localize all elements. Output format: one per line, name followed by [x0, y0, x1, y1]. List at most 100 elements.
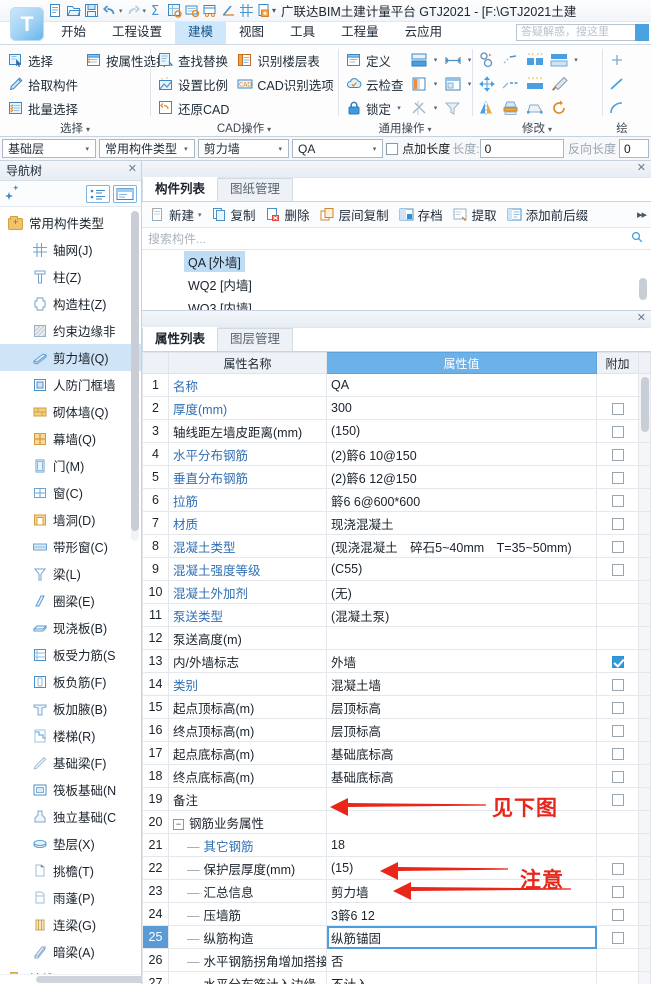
row-attach[interactable] — [596, 718, 639, 742]
table-row[interactable]: 17 起点底标高(m) 基础底标高 — [142, 741, 651, 765]
row-value[interactable]: 剪力墙 — [326, 879, 597, 903]
row-value[interactable]: 混凝土墙 — [326, 672, 597, 696]
tree-item-slab-main-rebar[interactable]: 板受力筋(S — [0, 641, 141, 668]
chevron-down-icon[interactable]: ▾ — [572, 56, 580, 64]
tree-item-coupling-beam[interactable]: 连梁(G) — [0, 911, 141, 938]
chevron-down-icon[interactable]: ▾ — [86, 125, 90, 134]
tree-item-curtain-wall[interactable]: 幕墙(Q) — [0, 425, 141, 452]
header-property-value[interactable]: 属性值 — [326, 352, 597, 374]
attach-checkbox[interactable] — [611, 471, 624, 484]
header-property-name[interactable]: 属性名称 — [168, 352, 327, 374]
table-row[interactable]: 21— 其它钢筋 18 — [142, 833, 651, 857]
tree-item-wall-opening[interactable]: 墙洞(D) — [0, 506, 141, 533]
list-item[interactable]: WO3 [内墙] — [142, 296, 651, 310]
rotate-copy-icon[interactable] — [476, 50, 498, 70]
chevron-down-icon[interactable]: ▾ — [274, 145, 286, 153]
row-attach[interactable] — [596, 396, 639, 420]
row-attach[interactable] — [596, 442, 639, 466]
ribbon-btn-lock[interactable]: 锁定 ▾ — [342, 96, 408, 120]
sum-icon[interactable]: Σ — [149, 3, 164, 19]
tree-hscrollbar-track[interactable] — [0, 974, 186, 984]
component-delete-button[interactable]: 删除 — [262, 203, 314, 226]
row-attach[interactable] — [596, 764, 639, 788]
redo-dropdown-icon[interactable]: ▾ — [143, 7, 147, 15]
dimension-icon[interactable] — [442, 50, 464, 70]
tree-item-ring-beam[interactable]: 圈梁(E) — [0, 587, 141, 614]
arc-draw-icon[interactable] — [606, 98, 628, 118]
tree-item-masonry-wall[interactable]: 砌体墙(Q) — [0, 398, 141, 425]
detail-view-icon[interactable] — [113, 184, 137, 203]
collapse-icon[interactable]: − — [173, 818, 184, 830]
close-icon[interactable]: ✕ — [128, 162, 137, 175]
table-row[interactable]: 15 起点顶标高(m) 层顶标高 — [142, 695, 651, 719]
plus-draw-icon[interactable] — [606, 50, 628, 70]
table-row[interactable]: 27—水平分布筋计入边缘...不计入 — [142, 971, 651, 984]
row-value[interactable]: 300 — [326, 396, 597, 420]
tab-modeling[interactable]: 建模 — [175, 22, 227, 44]
offset-icon[interactable] — [548, 50, 570, 70]
table-row[interactable]: 16 终点顶标高(m) 层顶标高 — [142, 718, 651, 742]
chevron-down-icon[interactable]: ▾ — [180, 145, 192, 153]
tab-quantity[interactable]: 工程量 — [328, 22, 392, 44]
row-name[interactable]: 厚度(mm) — [168, 396, 327, 420]
open-icon[interactable] — [66, 3, 81, 18]
attach-checkbox[interactable] — [611, 517, 624, 530]
row-value[interactable]: 现浇混凝土 — [326, 511, 597, 535]
row-attach[interactable] — [596, 672, 639, 696]
attach-checkbox[interactable] — [611, 747, 624, 760]
tree-root-common-types[interactable]: 常用构件类型 — [0, 209, 141, 236]
row-name[interactable]: − 钢筋业务属性 — [168, 810, 327, 834]
color-bar-icon[interactable] — [408, 74, 430, 94]
row-name[interactable]: 垂直分布钢筋 — [168, 465, 327, 489]
row-name[interactable]: 起点顶标高(m) — [168, 695, 327, 719]
attach-checkbox[interactable] — [611, 770, 624, 783]
table-row[interactable]: 6 拉筋 䉁6 6@600*600 — [142, 488, 651, 512]
tab-tools[interactable]: 工具 — [277, 22, 328, 44]
ribbon-group-label-common[interactable]: 通用操作 ▾ — [342, 120, 468, 138]
ribbon-group-label-select[interactable]: 选择 ▾ — [4, 120, 146, 138]
table-row[interactable]: 2 厚度(mm) 300 — [142, 396, 651, 420]
row-name[interactable]: — 纵筋构造 — [168, 925, 327, 949]
ribbon-group-label-cad[interactable]: CAD操作 ▾ — [154, 120, 334, 138]
table-row[interactable]: 23— 汇总信息 剪力墙 — [142, 879, 651, 903]
tree-item-strip-window[interactable]: 带形窗(C) — [0, 533, 141, 560]
row-name[interactable]: — 水平钢筋拐角增加搭接 — [168, 948, 327, 972]
table-row[interactable]: 10 混凝土外加剂 (无) — [142, 580, 651, 604]
row-name[interactable]: 拉筋 — [168, 488, 327, 512]
split-icon[interactable] — [500, 74, 522, 94]
tab-drawing-management[interactable]: 图纸管理 — [217, 178, 294, 201]
table-row[interactable]: 11 泵送类型 (混凝土泵) — [142, 603, 651, 627]
row-attach[interactable] — [596, 649, 639, 673]
component-copy-button[interactable]: 复制 — [208, 203, 260, 226]
checkbox-box[interactable] — [386, 142, 399, 155]
row-name[interactable]: 材质 — [168, 511, 327, 535]
tree-item-stair[interactable]: 楼梯(R) — [0, 722, 141, 749]
row-attach[interactable] — [596, 488, 639, 512]
stamp-icon[interactable] — [500, 98, 522, 118]
chevron-down-icon[interactable]: ▾ — [198, 211, 202, 219]
tree-folder-axis-lines[interactable]: 轴线 — [0, 965, 141, 974]
element-type-selector[interactable]: 剪力墙 ▾ — [197, 139, 289, 158]
save-icon[interactable] — [84, 3, 99, 18]
point-add-length-checkbox[interactable]: 点加长度 — [386, 140, 450, 157]
row-attach[interactable] — [596, 557, 639, 581]
ribbon-btn-restore-cad[interactable]: 还原CAD — [154, 96, 233, 120]
attach-checkbox[interactable] — [611, 540, 624, 553]
layout-icon[interactable] — [442, 74, 464, 94]
navigation-tree[interactable]: 常用构件类型 轴网(J) 柱(Z) 构造柱(Z) 约束边缘非 剪力墙(Q) — [0, 207, 141, 974]
row-name[interactable]: — 保护层厚度(mm) — [168, 856, 327, 880]
row-value-editing[interactable]: 纵筋锚固 — [326, 925, 597, 949]
tab-cloud-apps[interactable]: 云应用 — [392, 22, 456, 44]
table-row[interactable]: 3 轴线距左墙皮距离(mm) (150) — [142, 419, 651, 443]
attach-checkbox[interactable] — [611, 655, 624, 668]
row-attach[interactable] — [596, 741, 639, 765]
row-name[interactable]: 起点底标高(m) — [168, 741, 327, 765]
row-name[interactable]: 备注 — [168, 787, 327, 811]
tree-item-column[interactable]: 柱(Z) — [0, 263, 141, 290]
row-value[interactable]: 3䉁6 12 — [326, 902, 597, 926]
attach-checkbox[interactable] — [611, 908, 624, 921]
row-attach[interactable] — [596, 925, 639, 949]
tree-item-shear-wall[interactable]: 剪力墙(Q) — [0, 344, 141, 371]
tree-item-hidden-beam[interactable]: 暗梁(A) — [0, 938, 141, 965]
tree-item-airdefense-door-frame[interactable]: 人防门框墙 — [0, 371, 141, 398]
